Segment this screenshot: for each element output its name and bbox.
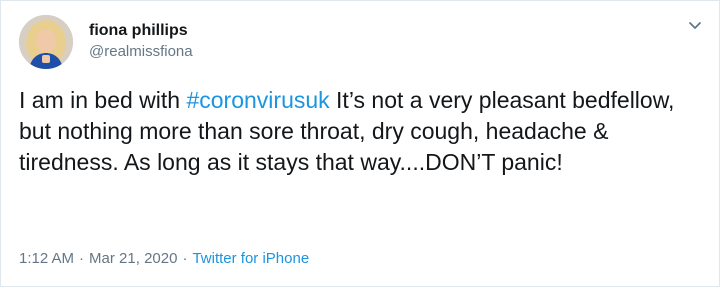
meta-separator: · [182,250,188,267]
tweet-time[interactable]: 1:12 AM [19,250,74,267]
author-handle[interactable]: @realmissfiona [89,42,193,62]
tweet-card: fiona phillips @realmissfiona I am in be… [0,0,720,287]
tweet-date[interactable]: Mar 21, 2020 [89,250,177,267]
avatar[interactable] [19,15,73,69]
tweet-author: fiona phillips @realmissfiona [89,21,193,62]
meta-separator: · [79,250,85,267]
hashtag-link[interactable]: #coronvirusuk [186,87,329,113]
tweet-source-link[interactable]: Twitter for iPhone [192,250,309,267]
author-display-name[interactable]: fiona phillips [89,21,193,41]
avatar-image [19,15,73,69]
tweet-meta: 1:12 AM · Mar 21, 2020 · Twitter for iPhone [19,249,309,269]
tweet-text: I am in bed with #coronvirusuk It’s not … [19,85,709,178]
chevron-down-icon[interactable] [685,15,705,35]
tweet-text-before: I am in bed with [19,87,187,113]
